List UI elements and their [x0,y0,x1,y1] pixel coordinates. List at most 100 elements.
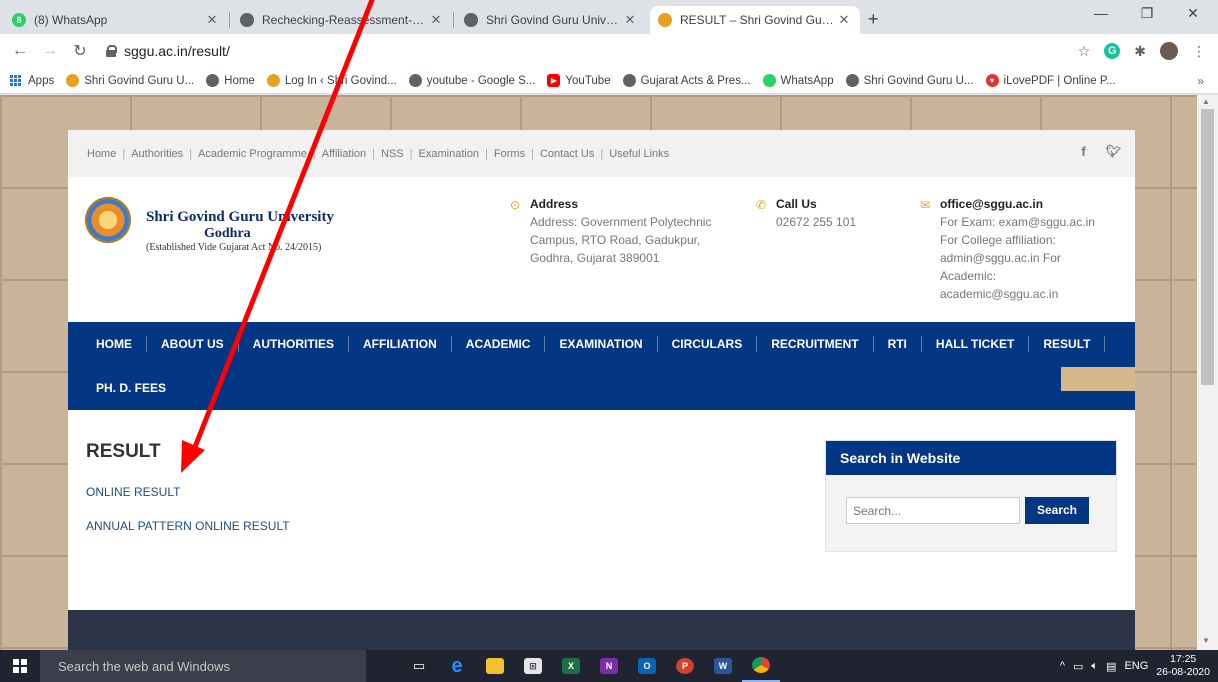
taskbar-explorer[interactable] [476,650,514,682]
bookmark-item[interactable]: Shri Govind Guru U... [66,74,194,87]
notification-icon[interactable]: ▤ [1106,660,1116,673]
taskbar-outlook[interactable]: O [628,650,666,682]
topnav-useful-links[interactable]: Useful Links [609,148,669,160]
close-icon[interactable]: ✕ [428,12,444,28]
avatar[interactable] [1160,42,1178,60]
close-icon[interactable]: ✕ [204,12,220,28]
url-text: sggu.ac.in/result/ [124,43,230,59]
grammarly-icon[interactable]: G [1104,43,1121,59]
menu-icon[interactable]: ⋮ [1192,43,1206,60]
nav-authorities[interactable]: AUTHORITIES [239,336,350,352]
youtube-icon: ▶ [547,74,561,87]
nav-affiliation[interactable]: AFFILIATION [349,336,452,352]
back-button[interactable]: ← [8,42,32,60]
nav-home[interactable]: HOME [82,336,147,352]
bookmark-item[interactable]: ♥ iLovePDF | Online P... [985,74,1116,87]
nav-recruitment[interactable]: RECRUITMENT [757,336,874,352]
twitter-icon[interactable]: 🐦︎ [1106,144,1121,159]
chevron-up-icon[interactable]: ^ [1060,660,1065,672]
taskbar-edge[interactable]: e [438,650,476,682]
nav-circulars[interactable]: CIRCULARS [658,336,758,352]
taskbar-onenote[interactable]: N [590,650,628,682]
new-tab-button[interactable]: + [868,9,879,30]
page-title: RESULT [86,441,161,462]
bookmark-item[interactable]: Shri Govind Guru U... [845,74,974,87]
tab-label: Shri Govind Guru University Godh [486,13,622,27]
close-window-button[interactable]: ✕ [1170,5,1216,22]
address-block: ⊙ Address Address: Government Polytechni… [510,195,711,267]
close-icon[interactable]: ✕ [836,12,852,28]
language-indicator[interactable]: ENG [1124,660,1148,672]
nav-examination[interactable]: EXAMINATION [545,336,658,352]
tab-rechecking[interactable]: Rechecking-Reassessment-Online ✕ [232,6,452,34]
taskbar-chrome[interactable] [742,650,780,682]
facebook-icon[interactable]: f [1081,144,1085,159]
topnav-home[interactable]: Home [87,148,116,160]
bookmark-item[interactable]: Log In ‹ Shri Govind... [266,74,397,87]
topnav-academic-programme[interactable]: Academic Programme [198,148,307,160]
globe-icon [240,13,254,27]
nav-about-us[interactable]: ABOUT US [147,336,239,352]
tab-separator [453,12,454,28]
bookmark-item[interactable]: Gujarat Acts & Pres... [622,74,751,87]
taskbar-search[interactable]: Search the web and Windows [40,650,366,682]
page-scrollbar[interactable]: ▲ ▼ [1197,95,1218,650]
tab-whatsapp[interactable]: 8 (8) WhatsApp ✕ [4,6,228,34]
email-title[interactable]: office@sggu.ac.in [940,195,1095,213]
search-input[interactable]: Search... [846,497,1020,524]
university-name[interactable]: Shri Govind Guru University [146,209,334,226]
scroll-thumb[interactable] [1201,109,1214,385]
topnav-contact-us[interactable]: Contact Us [540,148,594,160]
online-result-link[interactable]: ONLINE RESULT [86,485,180,499]
nav-phd-fees[interactable]: PH. D. FEES [82,380,180,396]
volume-icon[interactable]: 🔈︎ [1091,660,1098,673]
bookmark-label: Apps [28,74,55,87]
address-bar[interactable]: sggu.ac.in/result/ [106,39,1164,63]
bookmark-label: Home [224,74,255,87]
bookmarks-overflow-button[interactable]: » [1197,74,1204,88]
university-seal-icon[interactable] [85,197,131,243]
scroll-down-icon[interactable]: ▼ [1202,636,1210,645]
taskbar-excel[interactable]: X [552,650,590,682]
topnav-nss[interactable]: NSS [381,148,404,160]
address-line: Godhra, Gujarat 389001 [530,251,660,265]
nav-hall-ticket[interactable]: HALL TICKET [922,336,1030,352]
taskbar-store[interactable]: ⊞ [514,650,552,682]
topnav-authorities[interactable]: Authorities [131,148,183,160]
close-icon[interactable]: ✕ [622,12,638,28]
tab-result-active[interactable]: RESULT – Shri Govind Guru Unive ✕ [650,6,860,34]
globe-icon [464,13,478,27]
minimize-button[interactable]: — [1078,5,1124,21]
bookmark-item[interactable]: WhatsApp [762,74,834,87]
topnav-forms[interactable]: Forms [494,148,525,160]
bookmark-item[interactable]: ▶ YouTube [547,74,611,87]
taskbar-word[interactable]: W [704,650,742,682]
scroll-up-icon[interactable]: ▲ [1202,97,1210,106]
start-button[interactable] [0,650,40,682]
search-button[interactable]: Search [1025,497,1089,524]
annual-pattern-result-link[interactable]: ANNUAL PATTERN ONLINE RESULT [86,519,290,533]
tab-label: RESULT – Shri Govind Guru Unive [680,13,836,27]
bookmark-apps[interactable]: Apps [10,74,55,87]
bookmark-item[interactable]: Home [206,74,255,87]
clock[interactable]: 17:25 26-08-2020 [1156,653,1210,679]
tab-sggu-godhra[interactable]: Shri Govind Guru University Godh ✕ [456,6,646,34]
heart-icon: ♥ [985,74,999,87]
call-phone[interactable]: 02672 255 101 [776,213,856,231]
extensions-icon[interactable]: ✱ [1134,43,1146,60]
topnav-examination[interactable]: Examination [419,148,480,160]
network-icon[interactable]: ▭ [1073,660,1083,673]
forward-button[interactable]: → [38,42,62,60]
taskbar-powerpoint[interactable]: P [666,650,704,682]
bookmark-item[interactable]: youtube - Google S... [408,74,535,87]
bookmark-label: Shri Govind Guru U... [863,74,974,87]
task-view-button[interactable]: ▭ [400,650,438,682]
topnav-affiliation[interactable]: Affiliation [322,148,366,160]
reload-button[interactable]: ↻ [68,41,92,61]
nav-result[interactable]: RESULT [1029,336,1106,352]
location-icon: ⊙ [510,198,521,212]
nav-rti[interactable]: RTI [874,336,922,352]
nav-academic[interactable]: ACADEMIC [452,336,546,352]
star-icon[interactable]: ☆ [1078,43,1091,60]
restore-button[interactable]: ❐ [1124,5,1170,22]
